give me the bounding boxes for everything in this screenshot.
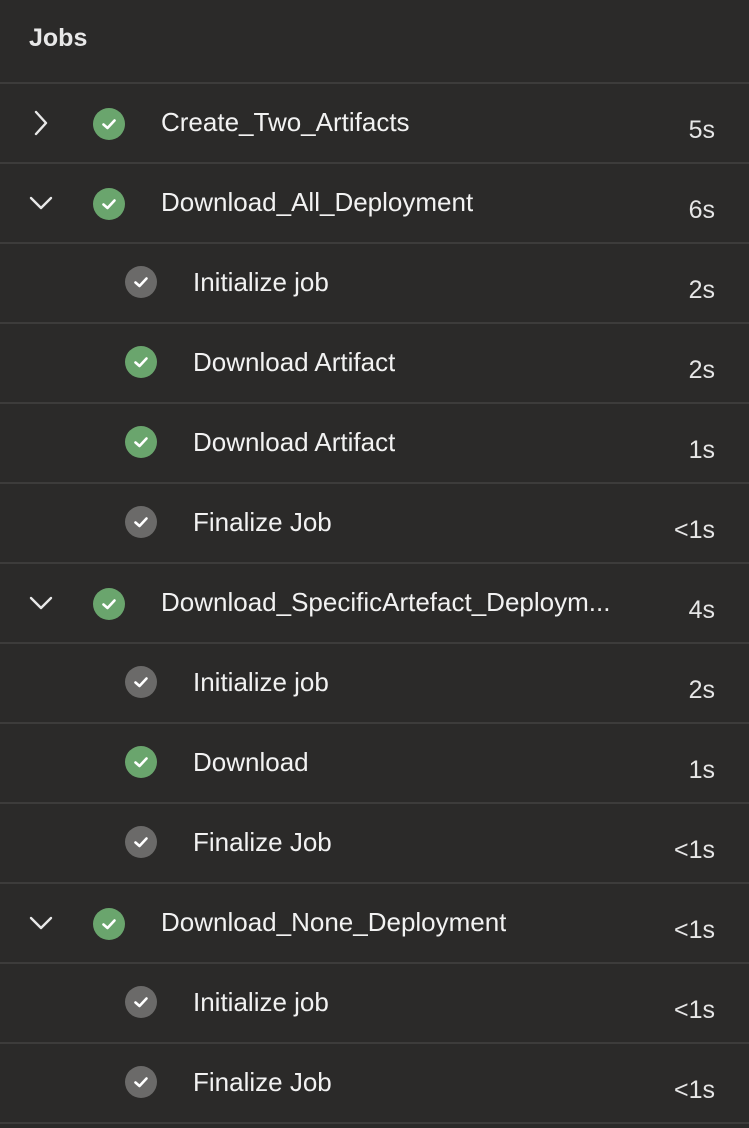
step-row[interactable]: Download Artifact 1s — [0, 404, 749, 484]
duration: <1s — [673, 836, 715, 864]
completed-check-icon — [125, 826, 157, 858]
duration: 2s — [688, 276, 715, 304]
job-row[interactable]: Download_All_Deployment 6s — [0, 164, 749, 244]
duration: 5s — [688, 116, 715, 144]
success-check-icon — [93, 108, 125, 140]
duration: <1s — [673, 516, 715, 544]
duration: 6s — [688, 196, 715, 224]
completed-check-icon — [125, 986, 157, 1018]
step-name: Finalize Job — [193, 827, 332, 857]
success-check-icon — [93, 188, 125, 220]
jobs-header: Jobs — [0, 0, 749, 84]
step-row[interactable]: Download Artifact 2s — [0, 324, 749, 404]
step-name: Download — [193, 747, 309, 777]
duration: <1s — [673, 996, 715, 1024]
step-row[interactable]: Initialize job 2s — [0, 244, 749, 324]
duration: <1s — [673, 1076, 715, 1104]
success-check-icon — [125, 746, 157, 778]
chevron-down-icon[interactable] — [26, 908, 56, 938]
success-check-icon — [93, 588, 125, 620]
step-name: Download Artifact — [193, 427, 396, 457]
jobs-title: Jobs — [29, 24, 88, 52]
duration: 4s — [688, 596, 715, 624]
success-check-icon — [125, 346, 157, 378]
step-name: Download Artifact — [193, 347, 396, 377]
chevron-right-icon[interactable] — [26, 108, 56, 138]
chevron-down-icon[interactable] — [26, 188, 56, 218]
chevron-down-icon[interactable] — [26, 588, 56, 618]
job-row[interactable]: Download_None_Deployment <1s — [0, 884, 749, 964]
job-row[interactable]: Download_SpecificArtefact_Deploym... 4s — [0, 564, 749, 644]
step-name: Finalize Job — [193, 1067, 332, 1097]
step-name: Initialize job — [193, 267, 329, 297]
job-name: Download_All_Deployment — [161, 187, 474, 217]
job-name: Download_None_Deployment — [161, 907, 507, 937]
step-name: Initialize job — [193, 987, 329, 1017]
step-row[interactable]: Finalize Job <1s — [0, 1044, 749, 1124]
job-name: Create_Two_Artifacts — [161, 107, 410, 137]
step-name: Finalize Job — [193, 507, 332, 537]
step-name: Initialize job — [193, 667, 329, 697]
step-row[interactable]: Download 1s — [0, 724, 749, 804]
step-row[interactable]: Initialize job 2s — [0, 644, 749, 724]
success-check-icon — [125, 426, 157, 458]
completed-check-icon — [125, 1066, 157, 1098]
step-row[interactable]: Finalize Job <1s — [0, 804, 749, 884]
job-row[interactable]: Create_Two_Artifacts 5s — [0, 84, 749, 164]
duration: <1s — [673, 916, 715, 944]
step-row[interactable]: Initialize job <1s — [0, 964, 749, 1044]
duration: 2s — [688, 356, 715, 384]
success-check-icon — [93, 908, 125, 940]
job-name: Download_SpecificArtefact_Deploym... — [161, 587, 611, 617]
duration: 1s — [688, 756, 715, 784]
duration: 2s — [688, 676, 715, 704]
completed-check-icon — [125, 666, 157, 698]
duration: 1s — [688, 436, 715, 464]
completed-check-icon — [125, 266, 157, 298]
jobs-panel: Jobs Create_Two_Artifacts 5s Download_All_… — [0, 0, 749, 1128]
step-row[interactable]: Finalize Job <1s — [0, 484, 749, 564]
jobs-list: Create_Two_Artifacts 5s Download_All_Deplo… — [0, 84, 749, 1124]
completed-check-icon — [125, 506, 157, 538]
